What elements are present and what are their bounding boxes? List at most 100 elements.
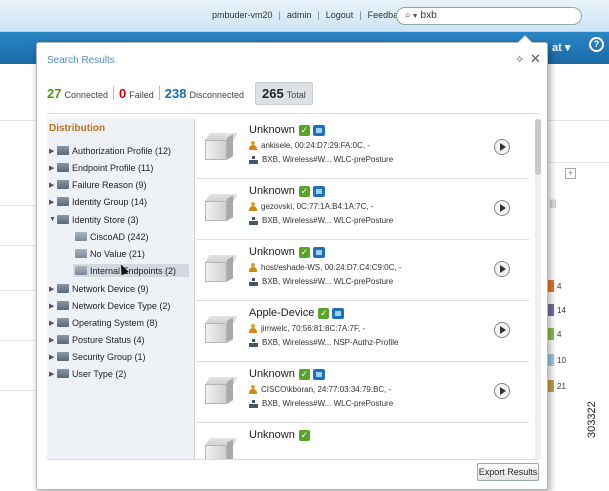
- check-icon: ✓: [318, 307, 330, 319]
- result-item[interactable]: Unknown ✓ ankisele, 00:24:D7:29:FA:0C, - …: [197, 119, 529, 179]
- folder-icon: [57, 318, 69, 327]
- tree-item-label: User Type (2): [72, 368, 127, 379]
- tree-item-ciscoad[interactable]: CiscoAD (242): [75, 230, 149, 243]
- nav-menu-partial[interactable]: at ▾: [552, 41, 570, 54]
- divider: [0, 390, 36, 391]
- logout-link[interactable]: Logout: [326, 10, 354, 20]
- result-user-row: gezovski, 0C:77:1A:B4:1A:7C, -: [249, 202, 374, 211]
- stat-label: Disconnected: [189, 89, 245, 100]
- folder-icon: [57, 215, 69, 224]
- help-icon[interactable]: ?: [589, 37, 604, 52]
- chevron-down-icon: ▼: [49, 216, 56, 223]
- user-icon: [249, 141, 257, 150]
- check-icon: ✓: [298, 430, 310, 441]
- tree-item-network-device[interactable]: ▶ Network Device (9): [49, 282, 149, 295]
- result-name[interactable]: Apple-Device: [249, 307, 314, 319]
- play-icon[interactable]: [494, 200, 510, 216]
- tree-item-operating-system[interactable]: ▶ Operating System (8): [49, 316, 158, 329]
- tree-item-authorization-profile[interactable]: ▶ Authorization Profile (12): [49, 144, 171, 157]
- result-item[interactable]: Unknown ✓ CISCO\kboran, 24:77:03:34:79:BC…: [197, 363, 529, 423]
- result-user-details: ankisele, 00:24:D7:29:FA:0C, -: [261, 141, 370, 150]
- stat-count: 27: [47, 85, 62, 101]
- chevron-right-icon: ▶: [49, 198, 55, 206]
- separator: |: [359, 10, 362, 20]
- distribution-panel: Distribution ▶ Authorization Profile (12)…: [47, 119, 195, 459]
- tree-item-security-group[interactable]: ▶ Security Group (1): [49, 350, 146, 363]
- results-list: Unknown ✓ ankisele, 00:24:D7:29:FA:0C, - …: [197, 119, 535, 459]
- folder-icon: [57, 180, 69, 189]
- export-results-button[interactable]: Export Results: [477, 463, 539, 481]
- play-icon[interactable]: [494, 383, 510, 399]
- result-item-partial[interactable]: Unknown ✓: [197, 424, 529, 459]
- tree-item-posture-status[interactable]: ▶ Posture Status (4): [49, 333, 145, 346]
- divider: [0, 205, 36, 206]
- result-item[interactable]: Unknown ✓ host/eshade-WS, 00:24:D7:C4:C9:…: [197, 241, 529, 301]
- result-location-row: BXB, Wireless#W... WLC-prePosture: [249, 399, 393, 408]
- stat-disconnected[interactable]: 238 Disconnected: [160, 86, 249, 101]
- result-user-row: host/eshade-WS, 00:24:D7:C4:C9:0C, -: [249, 263, 402, 272]
- tree-item-label: Identity Group (14): [72, 196, 148, 207]
- result-item[interactable]: Unknown ✓ gezovski, 0C:77:1A:B4:1A:7C, - …: [197, 180, 529, 240]
- separator: |: [317, 10, 320, 20]
- result-user-row: CISCO\kboran, 24:77:03:34:79:BC, -: [249, 385, 391, 394]
- tree-item-failure-reason[interactable]: ▶ Failure Reason (9): [49, 178, 147, 191]
- location-icon: [249, 399, 258, 408]
- search-input[interactable]: ⌕▼ bxb: [396, 7, 582, 25]
- tree-item-endpoint-profile[interactable]: ▶ Endpoint Profile (11): [49, 161, 153, 174]
- result-name[interactable]: Unknown: [249, 124, 295, 136]
- result-name[interactable]: Unknown: [249, 429, 295, 441]
- tree-item-identity-store[interactable]: ▼ Identity Store (3): [49, 213, 139, 226]
- chevron-right-icon: ▶: [49, 336, 55, 344]
- tree-item-identity-group[interactable]: ▶ Identity Group (14): [49, 195, 147, 208]
- popup-title: Search Results: [47, 55, 115, 66]
- pin-icon[interactable]: ✧: [515, 53, 524, 66]
- play-icon[interactable]: [494, 322, 510, 338]
- play-icon[interactable]: [494, 139, 510, 155]
- tree-item-network-device-type[interactable]: ▶ Network Device Type (2): [49, 299, 170, 312]
- folder-icon: [75, 249, 87, 258]
- tree-item-label: Authorization Profile (12): [72, 145, 172, 156]
- hostname-link[interactable]: pmbuder-vm20: [212, 10, 273, 20]
- result-name[interactable]: Unknown: [249, 185, 295, 197]
- expand-icon[interactable]: +: [565, 168, 576, 179]
- tree-item-label: Identity Store (3): [72, 214, 139, 225]
- user-link[interactable]: admin: [287, 10, 312, 20]
- distribution-title: Distribution: [49, 123, 106, 134]
- chevron-down-icon: ▼: [411, 13, 419, 20]
- top-links: pmbuder-vm20 | admin | Logout | Feedback: [212, 10, 407, 20]
- divider: [47, 459, 539, 460]
- stat-label: Connected: [64, 89, 109, 100]
- user-icon: [249, 324, 257, 333]
- result-item[interactable]: Apple-Device ✓ jimwelc, 70:56:81:8C:7A:7F…: [197, 302, 529, 362]
- close-icon[interactable]: ✕: [530, 51, 541, 67]
- stat-count: 0: [119, 85, 127, 101]
- play-icon[interactable]: [494, 261, 510, 277]
- tree-item-internal-endpoints[interactable]: Internal Endpoints (2): [73, 264, 189, 277]
- chevron-right-icon: ▶: [49, 319, 55, 327]
- top-bar: pmbuder-vm20 | admin | Logout | Feedback ⌕▼ bxb: [0, 0, 609, 32]
- user-icon: [249, 202, 257, 211]
- location-icon: [249, 155, 258, 164]
- result-name[interactable]: Unknown: [249, 246, 295, 258]
- divider: [0, 120, 36, 121]
- check-icon: ✓: [298, 124, 310, 136]
- figure-id: 303322: [586, 401, 598, 438]
- network-icon: [312, 124, 325, 136]
- scrollbar-thumb[interactable]: [535, 119, 541, 175]
- network-icon: [312, 368, 325, 380]
- folder-icon: [57, 163, 69, 172]
- stat-total[interactable]: 265 Total: [255, 81, 313, 105]
- stat-count: 265: [262, 85, 284, 101]
- stat-failed[interactable]: 0 Failed: [114, 86, 159, 101]
- tree-item-user-type[interactable]: ▶ User Type (2): [49, 367, 126, 380]
- tree-item-no-value[interactable]: No Value (21): [75, 247, 145, 260]
- result-name[interactable]: Unknown: [249, 368, 295, 380]
- divider: [47, 113, 539, 114]
- popup-pointer-inner: [518, 36, 532, 43]
- network-icon: [312, 246, 325, 258]
- result-name-row: Unknown ✓: [249, 246, 325, 258]
- result-location-row: BXB, Wireless#W... NSP-Authz-Profile: [249, 338, 398, 347]
- chevron-right-icon: ▶: [49, 164, 55, 172]
- folder-icon: [57, 197, 69, 206]
- stat-connected[interactable]: 27 Connected: [47, 86, 113, 101]
